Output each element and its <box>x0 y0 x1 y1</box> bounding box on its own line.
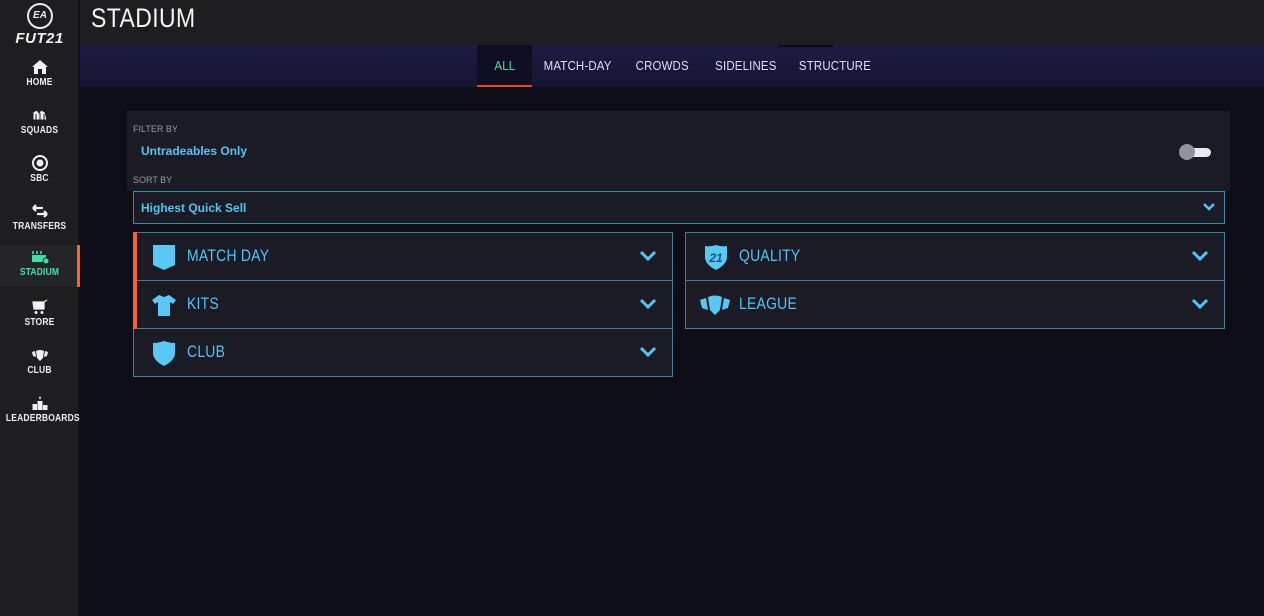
logo-text: FUT21 <box>15 30 64 47</box>
tab-label: STRUCTURE <box>798 58 872 73</box>
sidebar-item-transfers[interactable]: TRANSFERS <box>0 199 79 241</box>
tab-bar: ALL MATCH-DAY CROWDS SIDELINES STRUCTURE <box>80 45 1264 87</box>
cart-icon <box>32 299 48 314</box>
main-content: FILTER BY Untradeables Only SORT BY High… <box>80 87 1264 616</box>
sidebar-item-label: STADIUM <box>19 267 60 278</box>
filter-panel: FILTER BY Untradeables Only <box>127 111 1230 191</box>
chevron-down-icon <box>639 298 657 310</box>
tab-label: MATCH-DAY <box>544 58 612 73</box>
category-kits[interactable]: KITS <box>133 280 672 329</box>
chevron-down-icon <box>1191 250 1209 262</box>
ea-sports-logo-icon: EA <box>27 3 53 29</box>
chevron-down-icon <box>639 346 657 358</box>
podium-icon <box>32 396 48 410</box>
shirt-icon <box>152 295 176 316</box>
tab-sidelines[interactable]: SIDELINES <box>707 45 784 87</box>
sidebar-item-label: TRANSFERS <box>12 221 67 232</box>
sort-selected-value: Highest Quick Sell <box>141 201 247 215</box>
sidebar-item-label: CLUB <box>27 365 52 376</box>
league-icon <box>700 295 730 315</box>
club-icon <box>32 350 48 361</box>
category-quality[interactable]: 21 QUALITY <box>686 233 1224 281</box>
sidebar-item-home[interactable]: HOME <box>0 55 79 97</box>
category-title: KITS <box>187 294 219 313</box>
sidebar-item-label: SQUADS <box>20 125 59 136</box>
category-list-right: 21 QUALITY LEAGUE <box>685 232 1225 329</box>
untradeables-only-toggle[interactable] <box>1179 143 1213 161</box>
category-club[interactable]: CLUB <box>134 329 672 377</box>
sidebar-item-label: SBC <box>30 173 49 184</box>
sidebar-item-club[interactable]: CLUB <box>0 343 79 385</box>
quality-badge-text: 21 <box>708 251 723 265</box>
fut21-logo[interactable]: EA FUT21 <box>0 0 79 50</box>
sidebar: EA FUT21 HOME SQUADS SBC TRANSFERS STADI… <box>0 0 80 616</box>
home-icon <box>32 60 48 74</box>
toggle-knob <box>1179 144 1195 160</box>
sidebar-item-squads[interactable]: SQUADS <box>0 103 79 145</box>
category-league[interactable]: LEAGUE <box>686 281 1224 329</box>
tab-label: SIDELINES <box>714 58 777 73</box>
app-root: EA FUT21 HOME SQUADS SBC TRANSFERS STADI… <box>0 0 1264 616</box>
tab-label: CROWDS <box>635 58 690 73</box>
category-match-day[interactable]: MATCH DAY <box>133 232 672 281</box>
category-title: LEAGUE <box>739 294 798 313</box>
sort-by-label: SORT BY <box>133 175 173 185</box>
sort-by-dropdown[interactable]: Highest Quick Sell <box>133 191 1225 224</box>
sidebar-item-leaderboards[interactable]: LEADERBOARDS <box>0 391 80 433</box>
category-list-left: MATCH DAY KITS CLUB <box>133 232 673 377</box>
stadium-icon <box>32 251 50 265</box>
sbc-icon <box>32 155 48 171</box>
badge-icon <box>153 245 175 270</box>
filter-by-label: FILTER BY <box>133 124 178 134</box>
tab-crowds[interactable]: CROWDS <box>630 45 695 87</box>
tab-all[interactable]: ALL <box>477 45 532 87</box>
tab-match-day[interactable]: MATCH-DAY <box>538 45 618 87</box>
quality-21-icon: 21 <box>705 245 727 270</box>
tab-label: ALL <box>494 58 515 73</box>
transfers-icon <box>32 204 48 218</box>
sidebar-item-label: LEADERBOARDS <box>5 413 80 424</box>
category-title: QUALITY <box>739 246 801 265</box>
header: STADIUM <box>80 0 1264 45</box>
sidebar-item-label: STORE <box>24 317 55 328</box>
chevron-down-icon <box>639 250 657 262</box>
chevron-down-icon <box>1191 298 1209 310</box>
chevron-down-icon <box>1203 203 1215 211</box>
page-title: STADIUM <box>91 3 196 33</box>
category-title: MATCH DAY <box>187 246 270 265</box>
squads-icon <box>32 109 48 121</box>
sidebar-item-label: HOME <box>26 77 53 88</box>
crest-icon <box>153 341 175 366</box>
tab-structure[interactable]: STRUCTURE <box>794 45 876 87</box>
category-title: CLUB <box>187 342 226 361</box>
untradeables-only-label: Untradeables Only <box>141 144 248 158</box>
sidebar-item-stadium[interactable]: STADIUM <box>0 245 80 287</box>
sidebar-item-sbc[interactable]: SBC <box>0 151 79 193</box>
sidebar-item-store[interactable]: STORE <box>0 295 79 337</box>
